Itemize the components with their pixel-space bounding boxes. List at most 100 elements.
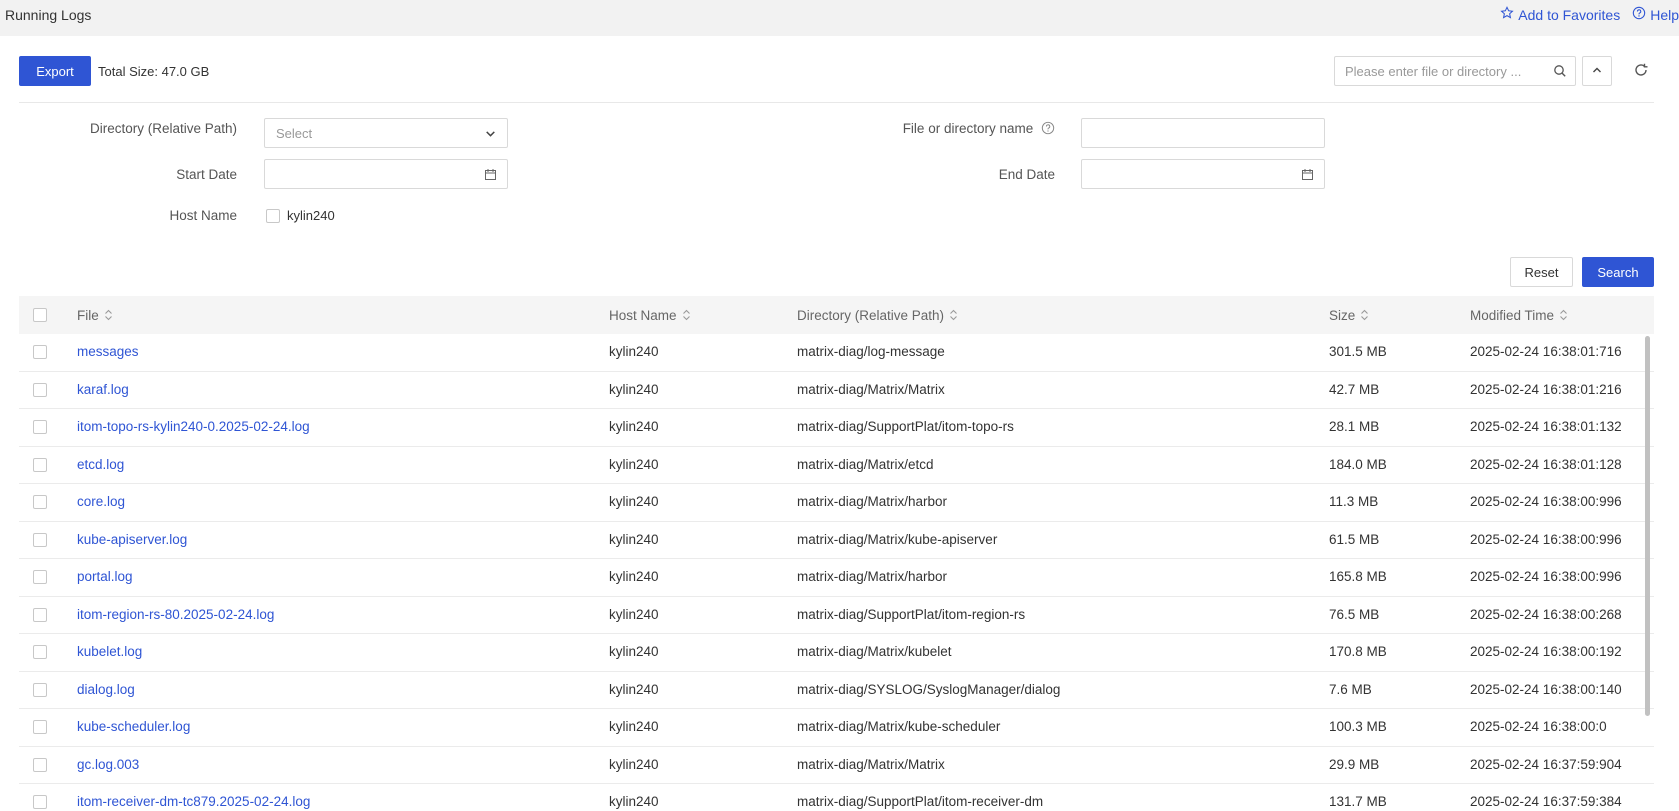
time-cell: 2025-02-24 16:38:00:996 — [1470, 494, 1622, 509]
table-row: gc.log.003 kylin240 matrix-diag/Matrix/M… — [19, 747, 1654, 784]
calendar-icon — [484, 168, 497, 181]
host-option[interactable]: kylin240 — [266, 208, 335, 223]
file-link[interactable]: itom-region-rs-80.2025-02-24.log — [77, 607, 274, 622]
directory-cell: matrix-diag/Matrix/kube-scheduler — [797, 719, 1001, 734]
directory-cell: matrix-diag/SYSLOG/SyslogManager/dialog — [797, 681, 1061, 697]
help-link[interactable]: Help — [1632, 6, 1679, 23]
directory-cell: matrix-diag/Matrix/Matrix — [797, 756, 945, 772]
table-row: kubelet.log kylin240 matrix-diag/Matrix/… — [19, 634, 1654, 672]
refresh-icon — [1633, 62, 1649, 81]
size-cell: 131.7 MB — [1329, 794, 1387, 809]
start-date-picker[interactable] — [264, 159, 508, 189]
row-checkbox[interactable] — [33, 345, 47, 359]
table-scrollbar[interactable] — [1645, 336, 1650, 716]
time-cell: 2025-02-24 16:38:00:996 — [1470, 531, 1622, 547]
table-row: kube-scheduler.log kylin240 matrix-diag/… — [19, 709, 1654, 747]
top-bar: Running Logs Add to Favorites Help — [0, 0, 1679, 36]
size-cell: 100.3 MB — [1329, 719, 1387, 734]
select-all-checkbox[interactable] — [33, 308, 47, 322]
file-search-input[interactable] — [1335, 57, 1545, 85]
table-row: core.log kylin240 matrix-diag/Matrix/har… — [19, 484, 1654, 522]
time-cell: 2025-02-24 16:37:59:384 — [1470, 794, 1622, 809]
refresh-button[interactable] — [1630, 60, 1652, 82]
directory-cell: matrix-diag/SupportPlat/itom-region-rs — [797, 606, 1026, 622]
host-cell: kylin240 — [609, 794, 659, 809]
file-link[interactable]: kube-apiserver.log — [77, 532, 187, 547]
directory-select-placeholder: Select — [276, 125, 313, 141]
help-circle-icon — [1041, 121, 1055, 138]
row-checkbox[interactable] — [33, 645, 47, 659]
reset-button[interactable]: Reset — [1510, 257, 1573, 287]
collapse-filter-button[interactable] — [1582, 56, 1612, 86]
row-checkbox[interactable] — [33, 457, 47, 472]
column-directory[interactable]: Directory (Relative Path) — [797, 308, 958, 323]
size-cell: 61.5 MB — [1329, 531, 1380, 547]
column-file-label: File — [77, 307, 99, 323]
table-row: messages kylin240 matrix-diag/log-messag… — [19, 334, 1654, 372]
size-cell: 165.8 MB — [1329, 569, 1387, 584]
row-checkbox[interactable] — [33, 532, 47, 547]
size-cell: 7.6 MB — [1329, 681, 1372, 697]
add-to-favorites-link[interactable]: Add to Favorites — [1500, 6, 1620, 23]
file-name-input[interactable] — [1081, 118, 1325, 148]
file-link[interactable]: karaf.log — [77, 382, 129, 397]
table-row: karaf.log kylin240 matrix-diag/Matrix/Ma… — [19, 372, 1654, 409]
column-host-name[interactable]: Host Name — [609, 308, 691, 323]
row-checkbox[interactable] — [33, 570, 47, 584]
file-link[interactable]: messages — [77, 344, 139, 359]
column-size[interactable]: Size — [1329, 308, 1369, 323]
file-link[interactable]: itom-receiver-dm-tc879.2025-02-24.log — [77, 794, 310, 809]
host-cell: kylin240 — [609, 681, 659, 697]
time-cell: 2025-02-24 16:37:59:904 — [1470, 756, 1622, 772]
file-link[interactable]: etcd.log — [77, 457, 124, 472]
start-date-label: Start Date — [176, 167, 237, 182]
file-link[interactable]: portal.log — [77, 569, 133, 584]
size-cell: 28.1 MB — [1329, 419, 1380, 434]
divider — [19, 102, 1654, 103]
column-modified-time[interactable]: Modified Time — [1470, 308, 1568, 323]
time-cell: 2025-02-24 16:38:01:216 — [1470, 381, 1622, 397]
file-name-label: File or directory name — [902, 121, 1034, 136]
table-row: itom-topo-rs-kylin240-0.2025-02-24.log k… — [19, 409, 1654, 447]
directory-cell: matrix-diag/Matrix/kubelet — [797, 644, 952, 659]
time-cell: 2025-02-24 16:38:00:140 — [1470, 681, 1622, 697]
directory-cell: matrix-diag/SupportPlat/itom-receiver-dm — [797, 794, 1044, 809]
host-cell: kylin240 — [609, 419, 659, 434]
host-cell: kylin240 — [609, 644, 659, 659]
end-date-label: End Date — [998, 167, 1055, 182]
row-checkbox[interactable] — [33, 682, 47, 697]
time-cell: 2025-02-24 16:38:00:0 — [1470, 719, 1607, 734]
search-button[interactable]: Search — [1582, 257, 1654, 287]
file-link[interactable]: gc.log.003 — [77, 757, 139, 772]
page-title: Running Logs — [5, 7, 92, 23]
column-file[interactable]: File — [77, 308, 113, 323]
host-cell: kylin240 — [609, 494, 659, 509]
file-link[interactable]: itom-topo-rs-kylin240-0.2025-02-24.log — [77, 419, 310, 434]
row-checkbox[interactable] — [33, 495, 47, 509]
host-name-label: Host Name — [169, 208, 237, 223]
directory-select[interactable]: Select — [264, 118, 508, 148]
search-icon[interactable] — [1553, 64, 1567, 78]
help-circle-icon — [1632, 6, 1646, 23]
row-checkbox[interactable] — [33, 382, 47, 397]
end-date-picker[interactable] — [1081, 159, 1325, 189]
sort-icon — [1560, 309, 1567, 321]
host-cell: kylin240 — [609, 344, 659, 359]
row-checkbox[interactable] — [33, 720, 47, 734]
row-checkbox[interactable] — [33, 607, 47, 622]
row-checkbox[interactable] — [33, 420, 47, 434]
sort-icon — [682, 309, 690, 321]
file-link[interactable]: kube-scheduler.log — [77, 719, 190, 734]
directory-cell: matrix-diag/Matrix/kube-apiserver — [797, 531, 998, 547]
file-link[interactable]: core.log — [77, 494, 125, 509]
file-link[interactable]: dialog.log — [77, 682, 135, 697]
table-header: File Host Name Directory (Relative Path)… — [19, 296, 1654, 334]
row-checkbox[interactable] — [33, 757, 47, 772]
file-link[interactable]: kubelet.log — [77, 644, 142, 659]
host-checkbox[interactable] — [266, 208, 280, 223]
column-modified-time-label: Modified Time — [1470, 307, 1555, 323]
table-row: etcd.log kylin240 matrix-diag/Matrix/etc… — [19, 447, 1654, 484]
row-checkbox[interactable] — [33, 795, 47, 809]
chevron-down-icon — [484, 127, 497, 140]
export-button[interactable]: Export — [19, 56, 91, 86]
